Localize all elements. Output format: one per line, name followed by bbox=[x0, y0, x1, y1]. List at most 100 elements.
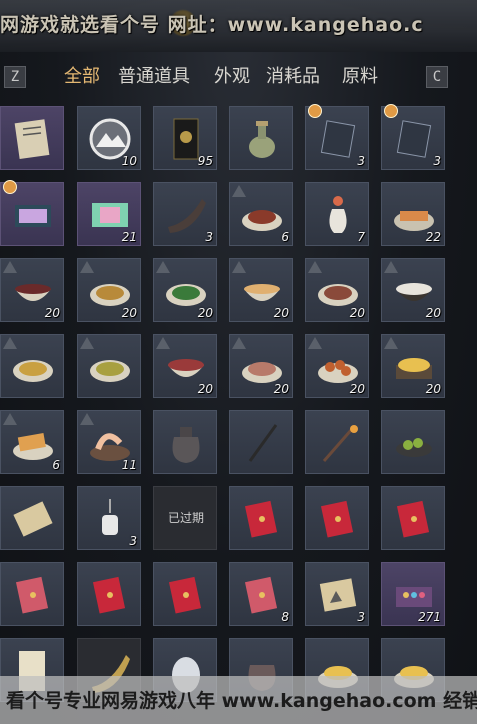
item-count: 20 bbox=[349, 306, 365, 320]
tab-appearance[interactable]: 外观 bbox=[214, 62, 250, 88]
item-slot[interactable]: 20 bbox=[381, 258, 445, 322]
item-slot[interactable]: 95 bbox=[153, 106, 217, 170]
item-slot[interactable] bbox=[0, 106, 64, 170]
item-slot[interactable]: 20 bbox=[381, 334, 445, 398]
white-lantern-icon bbox=[102, 499, 118, 535]
red-envelope-icon bbox=[396, 500, 430, 538]
item-slot[interactable]: 6 bbox=[0, 410, 64, 474]
item-count: 6 bbox=[281, 230, 289, 244]
item-count: 20 bbox=[273, 382, 289, 396]
item-slot[interactable] bbox=[381, 410, 445, 474]
gift-box-icon bbox=[15, 205, 51, 227]
item-count: 11 bbox=[121, 458, 137, 472]
painting-scroll-icon bbox=[319, 578, 357, 612]
item-slot[interactable]: 3 bbox=[77, 486, 141, 550]
item-count: 20 bbox=[425, 306, 441, 320]
item-slot[interactable] bbox=[229, 106, 293, 170]
flower-vase-icon bbox=[329, 196, 347, 233]
item-slot[interactable]: 20 bbox=[229, 258, 293, 322]
watermark-banner: 网游戏就选看个号 网址：www.kangehao.c bbox=[0, 0, 477, 52]
item-count: 20 bbox=[197, 382, 213, 396]
wine-jar-icon bbox=[249, 121, 275, 158]
item-slot[interactable] bbox=[229, 410, 293, 474]
item-slot[interactable] bbox=[0, 334, 64, 398]
item-slot[interactable]: 20 bbox=[305, 258, 369, 322]
prev-tab-key-hint[interactable]: Z bbox=[4, 66, 26, 88]
noodle-plate-icon bbox=[13, 360, 53, 382]
tab-all[interactable]: 全部 bbox=[64, 62, 100, 88]
red-envelope-icon bbox=[244, 576, 278, 614]
tab-consumables[interactable]: 消耗品 bbox=[266, 62, 320, 88]
item-count: 20 bbox=[197, 306, 213, 320]
item-slot[interactable]: 271 bbox=[381, 562, 445, 626]
item-slot[interactable] bbox=[229, 486, 293, 550]
item-slot[interactable] bbox=[0, 180, 64, 246]
letter-icon bbox=[14, 119, 50, 160]
item-slot[interactable]: 3 bbox=[305, 562, 369, 626]
item-slot[interactable]: 6 bbox=[229, 182, 293, 246]
item-slot[interactable]: 20 bbox=[229, 334, 293, 398]
flatbread-plate-icon bbox=[13, 433, 53, 460]
green-fruit-plate-icon bbox=[396, 438, 432, 457]
item-count: 271 bbox=[418, 610, 441, 624]
item-slot[interactable] bbox=[153, 410, 217, 474]
banner-text: 网游戏就选看个号 网址：www.kangehao.c bbox=[0, 14, 424, 36]
item-slot[interactable]: 3 bbox=[381, 104, 445, 170]
item-slot[interactable]: 20 bbox=[153, 334, 217, 398]
item-count: 7 bbox=[357, 230, 365, 244]
lantern-pole-icon bbox=[322, 425, 358, 462]
item-count: 20 bbox=[349, 382, 365, 396]
item-slot[interactable]: 8 bbox=[229, 562, 293, 626]
item-slot[interactable] bbox=[153, 562, 217, 626]
next-tab-key-hint[interactable]: C bbox=[426, 66, 448, 88]
cloth-pouch-icon bbox=[172, 427, 200, 463]
item-slot[interactable] bbox=[305, 410, 369, 474]
item-slot-expired[interactable]: 已过期 bbox=[153, 486, 217, 550]
item-count: 3 bbox=[129, 534, 137, 548]
timed-clock-icon bbox=[384, 104, 398, 118]
item-slot[interactable] bbox=[381, 486, 445, 550]
red-envelope-icon bbox=[244, 500, 278, 538]
watermark-footer: 看个号专业网易游戏八年 www.kangehao.com 经销过百亿 bbox=[0, 676, 477, 724]
item-slot[interactable]: 20 bbox=[153, 258, 217, 322]
item-slot[interactable]: 10 bbox=[77, 106, 141, 170]
timed-clock-icon bbox=[308, 104, 322, 118]
tab-materials[interactable]: 原料 bbox=[342, 62, 378, 88]
item-slot[interactable]: 21 bbox=[77, 182, 141, 246]
category-tabbar: Z 全部 普通道具 外观 消耗品 原料 C bbox=[0, 56, 477, 96]
red-envelope-icon bbox=[168, 576, 202, 614]
item-count: 20 bbox=[425, 382, 441, 396]
item-slot[interactable] bbox=[0, 486, 64, 550]
tab-general-items[interactable]: 普通道具 bbox=[118, 62, 190, 88]
brush-staff-icon bbox=[248, 424, 278, 462]
horn-icon bbox=[168, 199, 206, 233]
blue-voucher-icon bbox=[396, 120, 432, 158]
item-slot[interactable]: 22 bbox=[381, 182, 445, 246]
item-count: 3 bbox=[433, 154, 441, 168]
red-envelope-icon bbox=[320, 500, 354, 538]
item-count: 20 bbox=[44, 306, 60, 320]
noodle-plate-icon bbox=[90, 360, 130, 382]
item-count: 3 bbox=[357, 154, 365, 168]
item-slot[interactable] bbox=[305, 486, 369, 550]
paper-scroll-icon bbox=[13, 501, 53, 537]
item-count: 6 bbox=[52, 458, 60, 472]
item-count: 20 bbox=[121, 306, 137, 320]
item-slot[interactable] bbox=[77, 334, 141, 398]
item-count: 22 bbox=[425, 230, 441, 244]
item-slot[interactable]: 3 bbox=[305, 104, 369, 170]
item-slot[interactable] bbox=[0, 562, 64, 626]
item-slot[interactable] bbox=[77, 562, 141, 626]
blue-voucher-icon bbox=[320, 120, 356, 158]
inventory-screen: 网游戏就选看个号 网址：www.kangehao.c Z 全部 普通道具 外观 … bbox=[0, 0, 477, 724]
timed-clock-icon bbox=[3, 180, 17, 194]
item-count: 8 bbox=[281, 610, 289, 624]
item-slot[interactable]: 11 bbox=[77, 410, 141, 474]
item-count: 10 bbox=[121, 154, 137, 168]
item-slot[interactable]: 7 bbox=[305, 182, 369, 246]
item-count: 95 bbox=[197, 154, 213, 168]
item-slot[interactable]: 20 bbox=[77, 258, 141, 322]
item-slot[interactable]: 20 bbox=[0, 258, 64, 322]
item-slot[interactable]: 3 bbox=[153, 182, 217, 246]
item-slot[interactable]: 20 bbox=[305, 334, 369, 398]
